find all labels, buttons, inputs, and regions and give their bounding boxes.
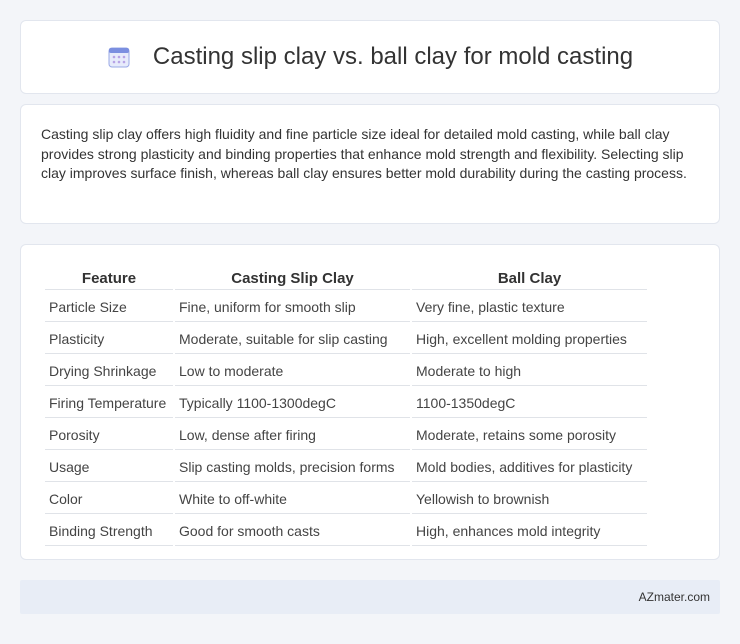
cell-ball-clay: High, excellent molding properties (412, 324, 647, 354)
table-row: Firing Temperature Typically 1100-1300deg… (45, 388, 647, 418)
footer-site-link[interactable]: AZmater.com (639, 590, 710, 604)
table-row: Color White to off-white Yellowish to brow… (45, 484, 647, 514)
cell-feature: Particle Size (45, 292, 173, 322)
cell-casting-slip-clay: Slip casting molds, precision forms (175, 452, 410, 482)
table-row: Binding Strength Good for smooth casts Hig… (45, 516, 647, 546)
header-feature: Feature (45, 267, 173, 290)
cell-casting-slip-clay: Typically 1100-1300degC (175, 388, 410, 418)
calendar-icon (107, 45, 131, 69)
cell-casting-slip-clay: White to off-white (175, 484, 410, 514)
cell-feature: Plasticity (45, 324, 173, 354)
page-title: Casting slip clay vs. ball clay for mold… (152, 43, 634, 70)
cell-feature: Usage (45, 452, 173, 482)
table-row: Usage Slip casting molds, precision forms… (45, 452, 647, 482)
table-row: Plasticity Moderate, suitable for slip ca… (45, 324, 647, 354)
cell-ball-clay: Mold bodies, additives for plasticity (412, 452, 647, 482)
table-row: Porosity Low, dense after firing Moderate,… (45, 420, 647, 450)
cell-ball-clay: 1100-1350degC (412, 388, 647, 418)
cell-casting-slip-clay: Fine, uniform for smooth slip (175, 292, 410, 322)
cell-ball-clay: High, enhances mold integrity (412, 516, 647, 546)
cell-casting-slip-clay: Good for smooth casts (175, 516, 410, 546)
cell-casting-slip-clay: Moderate, suitable for slip casting (175, 324, 410, 354)
header-ball-clay: Ball Clay (412, 267, 647, 290)
table-header-row: Feature Casting Slip Clay Ball Clay (45, 267, 647, 290)
cell-feature: Binding Strength (45, 516, 173, 546)
cell-feature: Drying Shrinkage (45, 356, 173, 386)
cell-casting-slip-clay: Low to moderate (175, 356, 410, 386)
cell-ball-clay: Very fine, plastic texture (412, 292, 647, 322)
intro-text: Casting slip clay offers high fluidity a… (41, 126, 687, 181)
footer: AZmater.com (20, 580, 720, 614)
table-card: Feature Casting Slip Clay Ball Clay Part… (20, 244, 720, 560)
cell-ball-clay: Moderate, retains some porosity (412, 420, 647, 450)
cell-ball-clay: Moderate to high (412, 356, 647, 386)
cell-casting-slip-clay: Low, dense after firing (175, 420, 410, 450)
table-row: Particle Size Fine, uniform for smooth sl… (45, 292, 647, 322)
cell-feature: Porosity (45, 420, 173, 450)
title-card: Casting slip clay vs. ball clay for mold… (20, 20, 720, 94)
cell-feature: Firing Temperature (45, 388, 173, 418)
cell-feature: Color (45, 484, 173, 514)
comparison-table: Feature Casting Slip Clay Ball Clay Part… (43, 265, 649, 548)
header-casting-slip-clay: Casting Slip Clay (175, 267, 410, 290)
cell-ball-clay: Yellowish to brownish (412, 484, 647, 514)
table-row: Drying Shrinkage Low to moderate Moderate … (45, 356, 647, 386)
intro-card: Casting slip clay offers high fluidity a… (20, 104, 720, 224)
